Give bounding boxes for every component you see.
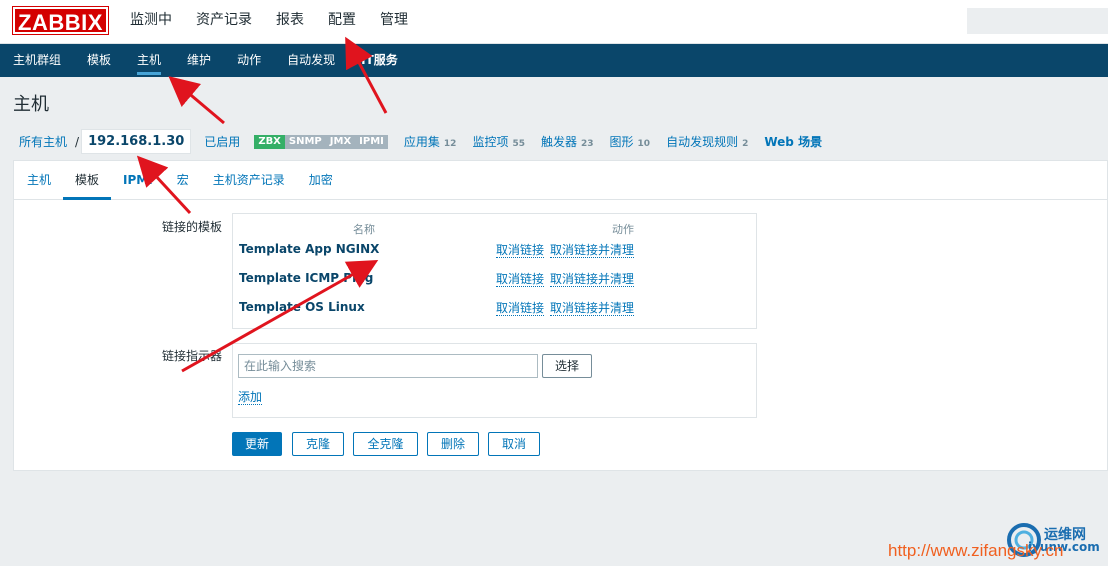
template-search-input[interactable]: 在此输入搜索 <box>238 354 538 378</box>
page-title: 主机 <box>13 94 49 115</box>
tab-templates[interactable]: 模板 <box>63 161 112 200</box>
link-indicator-box: 在此输入搜索 选择 添加 <box>232 343 757 418</box>
link-discovery-rules[interactable]: 自动发现规则 2 <box>666 133 748 150</box>
host-form-panel: 主机 模板 IPMI 宏 主机资产记录 加密 链接的模板 名称 动作 Templ… <box>13 160 1108 471</box>
arrow-to-hosts <box>168 76 225 125</box>
tab-inventory[interactable]: 主机资产记录 <box>201 161 297 199</box>
availability-snmp: SNMP <box>284 134 326 149</box>
submenu-actions[interactable]: 动作 <box>224 44 274 77</box>
tab-encryption[interactable]: 加密 <box>297 161 345 199</box>
top-bar: ZABBIX 监测中 资产记录 报表 配置 管理 <box>0 0 1108 44</box>
submenu-maintenance[interactable]: 维护 <box>174 44 224 77</box>
update-button[interactable]: 更新 <box>232 432 282 456</box>
menu-administration[interactable]: 管理 <box>368 0 420 44</box>
submenu-discovery[interactable]: 自动发现 <box>274 44 348 77</box>
global-search-input[interactable] <box>967 8 1108 34</box>
menu-monitoring[interactable]: 监测中 <box>118 0 184 44</box>
select-button[interactable]: 选择 <box>542 354 592 378</box>
link-web-scenarios[interactable]: Web 场景 <box>764 133 822 150</box>
menu-configuration[interactable]: 配置 <box>316 0 368 44</box>
col-action-header: 动作 <box>612 223 634 236</box>
host-status[interactable]: 已启用 <box>191 133 254 150</box>
sub-menu: 主机群组 模板 主机 维护 动作 自动发现 IT服务 <box>0 44 1108 77</box>
breadcrumb-host[interactable]: 192.168.1.30 <box>81 129 192 154</box>
main-menu: 监测中 资产记录 报表 配置 管理 <box>118 0 420 44</box>
breadcrumb-separator: / <box>75 134 80 149</box>
watermark-url: http://www.zifangsky.cn <box>888 541 1064 560</box>
link-indicator-label: 链接指示器 <box>161 349 222 363</box>
add-link[interactable]: 添加 <box>238 390 263 405</box>
submenu-host-groups[interactable]: 主机群组 <box>0 44 74 77</box>
full-clone-button[interactable]: 全克隆 <box>353 432 418 456</box>
link-graphs[interactable]: 图形 10 <box>610 133 651 150</box>
submenu-templates[interactable]: 模板 <box>74 44 124 77</box>
linked-templates-label: 链接的模板 <box>161 220 222 234</box>
unlink-clear-button[interactable]: 取消链接并清理 <box>550 301 635 316</box>
submenu-it-services[interactable]: IT服务 <box>348 44 411 77</box>
unlink-button[interactable]: 取消链接 <box>496 243 545 258</box>
link-items[interactable]: 监控项 55 <box>472 133 525 150</box>
template-link[interactable]: Template App NGINX <box>239 242 379 256</box>
submenu-hosts[interactable]: 主机 <box>124 44 174 77</box>
col-name-header: 名称 <box>353 223 375 236</box>
delete-button[interactable]: 删除 <box>427 432 479 456</box>
unlink-button[interactable]: 取消链接 <box>496 272 545 287</box>
cancel-button[interactable]: 取消 <box>488 432 540 456</box>
unlink-clear-button[interactable]: 取消链接并清理 <box>550 243 635 258</box>
zabbix-logo[interactable]: ZABBIX <box>12 6 109 35</box>
link-triggers[interactable]: 触发器 23 <box>541 133 594 150</box>
breadcrumb-all-hosts[interactable]: 所有主机 <box>13 133 73 150</box>
tab-host[interactable]: 主机 <box>15 161 63 199</box>
availability-zbx: ZBX <box>254 134 285 149</box>
host-navigation: 所有主机 / 192.168.1.30 已启用 ZBX SNMP JMX IPM… <box>13 128 838 155</box>
unlink-button[interactable]: 取消链接 <box>496 301 545 316</box>
link-applications[interactable]: 应用集 12 <box>404 133 457 150</box>
clone-button[interactable]: 克隆 <box>292 432 344 456</box>
menu-inventory[interactable]: 资产记录 <box>184 0 264 44</box>
tab-ipmi[interactable]: IPMI <box>111 161 165 199</box>
template-link[interactable]: Template OS Linux <box>239 300 365 314</box>
availability-ipmi: IPMI <box>355 134 388 149</box>
form-tabs: 主机 模板 IPMI 宏 主机资产记录 加密 <box>14 161 1108 200</box>
template-link[interactable]: Template ICMP Ping <box>239 271 373 285</box>
availability-jmx: JMX <box>325 134 356 149</box>
availability-badges: ZBX SNMP JMX IPMI <box>254 134 388 149</box>
tab-macros[interactable]: 宏 <box>165 161 201 199</box>
unlink-clear-button[interactable]: 取消链接并清理 <box>550 272 635 287</box>
linked-templates-table: 名称 动作 Template App NGINX 取消链接 取消链接并清理 Te… <box>232 213 757 329</box>
menu-reports[interactable]: 报表 <box>264 0 316 44</box>
